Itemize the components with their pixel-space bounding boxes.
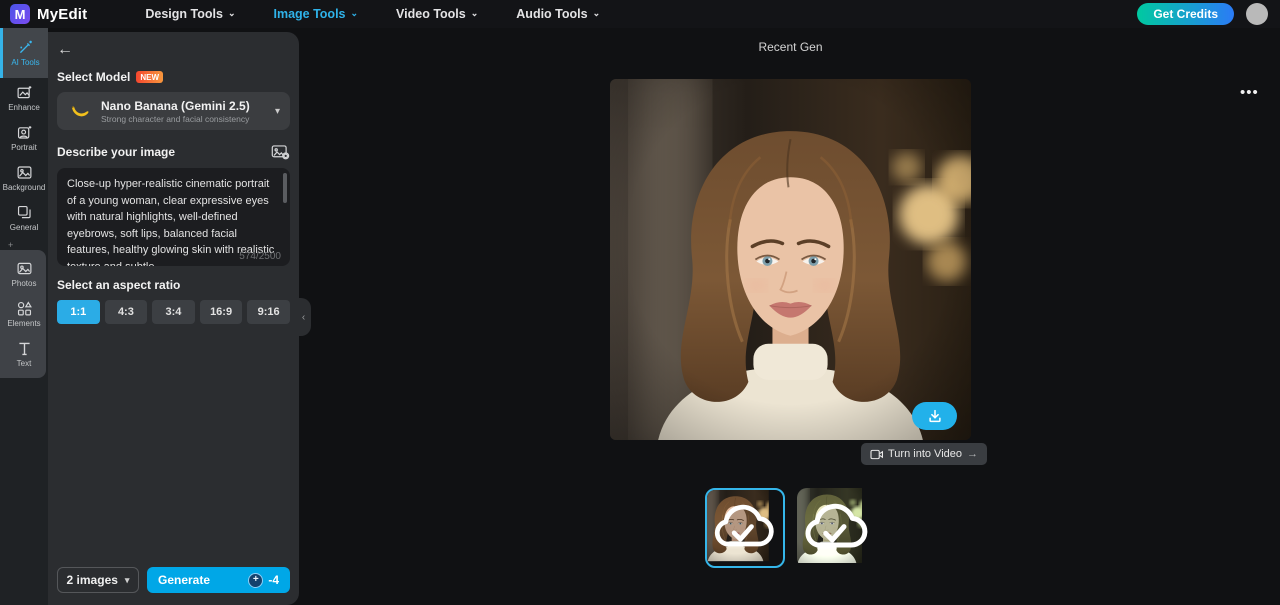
image-count-dropdown[interactable]: 2 images ▾ — [57, 567, 139, 593]
aspect-ratio-label: Select an aspect ratio — [57, 278, 180, 292]
select-model-label: Select Model — [57, 70, 130, 84]
myedit-logo-text: MyEdit — [37, 6, 87, 23]
sidebar-item-label: AI Tools — [11, 58, 39, 67]
aspect-ratio-group: 1:1 4:3 3:4 16:9 9:16 — [57, 300, 290, 324]
back-button[interactable]: ← — [57, 42, 290, 58]
prompt-textarea[interactable]: Close-up hyper-realistic cinematic portr… — [57, 168, 290, 266]
generate-label: Generate — [158, 573, 210, 587]
cloud-synced-icon[interactable] — [705, 488, 780, 563]
more-options-button[interactable]: ••• — [1240, 84, 1259, 101]
nav-design-tools[interactable]: Design Tools ⌄ — [145, 7, 235, 21]
sidebar-item-label: Text — [17, 359, 32, 368]
aspect-4-3-button[interactable]: 4:3 — [105, 300, 148, 324]
chevron-down-icon: ⌄ — [471, 8, 479, 19]
image-to-video-icon — [870, 449, 883, 460]
model-select-dropdown[interactable]: Nano Banana (Gemini 2.5) Strong characte… — [57, 92, 290, 130]
sidebar-item-general[interactable]: General — [0, 198, 48, 238]
top-navbar: M MyEdit Design Tools ⌄ Image Tools ⌄ Vi… — [0, 0, 1280, 28]
new-badge: NEW — [136, 71, 163, 83]
char-counter: 574/2500 — [239, 251, 281, 262]
background-image-icon — [16, 164, 33, 181]
sidebar-item-label: Portrait — [11, 143, 37, 152]
portrait-artwork — [610, 79, 971, 440]
recent-gen-title: Recent Gen — [610, 40, 971, 54]
nav-video-tools[interactable]: Video Tools ⌄ — [396, 7, 478, 21]
myedit-logo[interactable]: M MyEdit — [10, 4, 87, 24]
image-settings-icon[interactable] — [271, 144, 290, 160]
panel-collapse-handle[interactable]: ‹ — [296, 298, 311, 336]
turn-into-video-label: Turn into Video — [888, 448, 962, 460]
generation-thumbnails — [705, 488, 877, 568]
thumbnail-1-selected[interactable] — [705, 488, 785, 568]
sidebar-item-enhance[interactable]: Enhance — [0, 78, 48, 118]
aspect-9-16-button[interactable]: 9:16 — [247, 300, 290, 324]
get-credits-button[interactable]: Get Credits — [1137, 3, 1234, 25]
sidebar-item-photos[interactable]: Photos — [0, 254, 48, 294]
chevron-down-icon: ⌄ — [228, 8, 236, 19]
arrow-right-icon: → — [967, 448, 978, 460]
sidebar-media-group: Photos Elements Text — [0, 250, 46, 378]
model-description: Strong character and facial consistency — [101, 114, 250, 124]
layers-icon — [16, 204, 33, 221]
download-button[interactable] — [912, 402, 957, 430]
generated-image[interactable] — [610, 79, 971, 440]
main-nav: Design Tools ⌄ Image Tools ⌄ Video Tools… — [145, 7, 600, 21]
credit-coin-icon: + — [248, 573, 263, 588]
nav-design-tools-label: Design Tools — [145, 7, 223, 21]
magic-wand-icon — [17, 39, 34, 56]
sidebar-item-elements[interactable]: Elements — [0, 294, 48, 334]
photos-icon — [16, 260, 33, 277]
user-avatar[interactable] — [1246, 3, 1268, 25]
cloud-synced-icon[interactable] — [797, 488, 874, 565]
chevron-down-icon: ⌄ — [593, 8, 601, 19]
sidebar-item-portrait[interactable]: Portrait — [0, 118, 48, 158]
aspect-3-4-button[interactable]: 3:4 — [152, 300, 195, 324]
turn-into-video-button[interactable]: Turn into Video → — [861, 443, 987, 465]
chevron-down-icon: ▾ — [125, 575, 130, 586]
shapes-icon — [16, 300, 33, 317]
download-icon — [927, 408, 943, 424]
left-sidebar: AI Tools Enhance Portrait Background Gen… — [0, 28, 48, 605]
prompt-scrollbar[interactable] — [283, 173, 287, 203]
nav-image-tools-label: Image Tools — [273, 7, 345, 21]
describe-image-label: Describe your image — [57, 145, 175, 159]
nav-audio-tools-label: Audio Tools — [516, 7, 587, 21]
enhance-image-icon — [16, 84, 33, 101]
thumbnail-2[interactable] — [797, 488, 877, 568]
generate-button[interactable]: Generate + -4 — [147, 567, 290, 593]
sidebar-item-ai-tools[interactable]: AI Tools — [0, 28, 48, 78]
aspect-1-1-button[interactable]: 1:1 — [57, 300, 100, 324]
nav-image-tools[interactable]: Image Tools ⌄ — [273, 7, 358, 21]
sidebar-item-background[interactable]: Background — [0, 158, 48, 198]
banana-icon — [67, 99, 91, 123]
sidebar-plus-divider: + — [8, 242, 48, 248]
image-count-value: 2 images — [67, 573, 118, 587]
nav-video-tools-label: Video Tools — [396, 7, 466, 21]
model-name: Nano Banana (Gemini 2.5) — [101, 99, 250, 113]
generate-cost: + -4 — [248, 573, 279, 588]
text-icon — [16, 340, 33, 357]
generate-cost-value: -4 — [268, 573, 279, 587]
portrait-icon — [16, 124, 33, 141]
sidebar-item-label: General — [10, 223, 38, 232]
aspect-16-9-button[interactable]: 16:9 — [200, 300, 243, 324]
nav-audio-tools[interactable]: Audio Tools ⌄ — [516, 7, 600, 21]
chevron-down-icon: ▾ — [275, 106, 280, 117]
generation-panel: ← Select Model NEW Nano Banana (Gemini 2… — [48, 32, 299, 605]
sidebar-item-label: Elements — [7, 319, 40, 328]
sidebar-item-label: Background — [3, 183, 46, 192]
chevron-down-icon: ⌄ — [351, 8, 359, 19]
sidebar-item-text[interactable]: Text — [0, 334, 48, 374]
sidebar-item-label: Enhance — [8, 103, 40, 112]
sidebar-item-label: Photos — [12, 279, 37, 288]
myedit-logo-icon: M — [10, 4, 30, 24]
